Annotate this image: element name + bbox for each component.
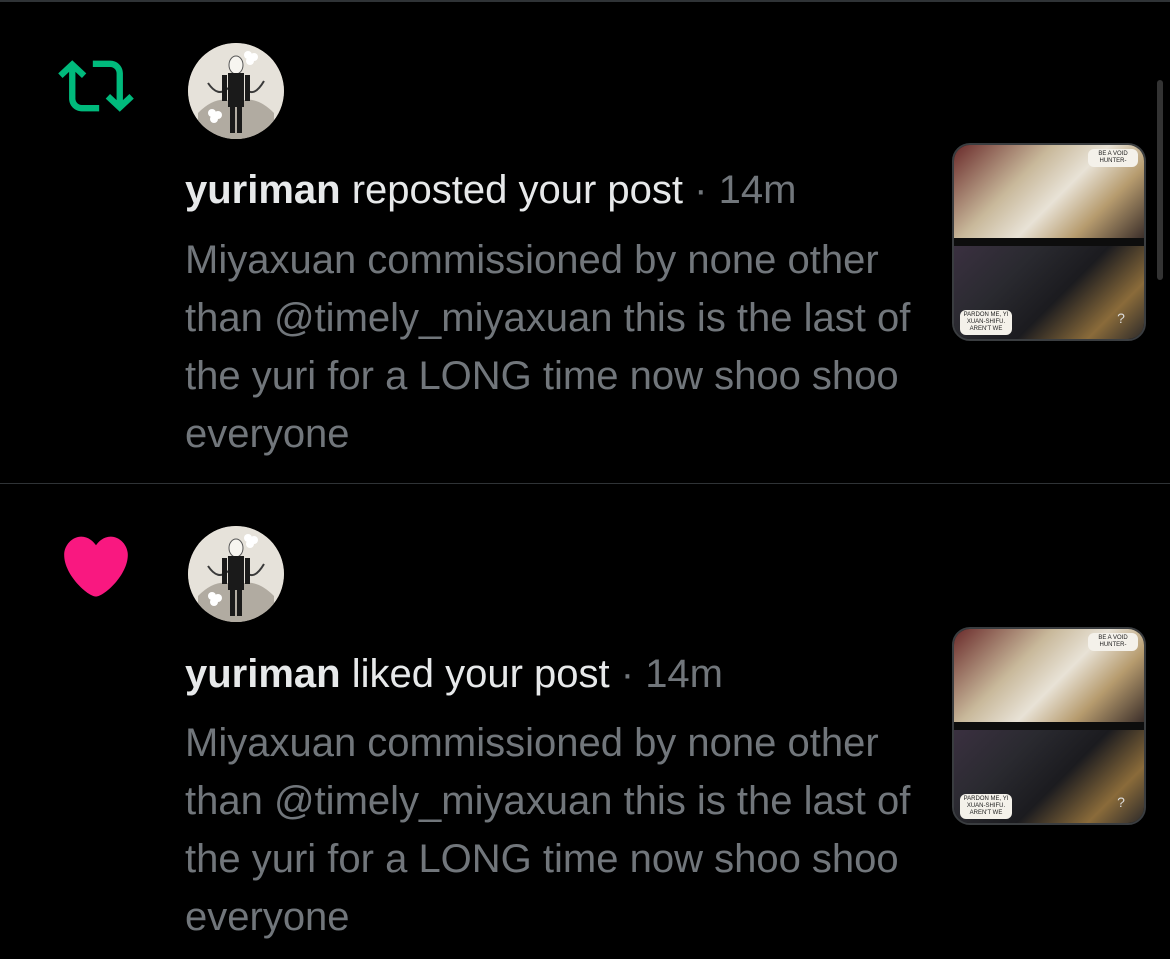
post-text: Miyaxuan commissioned by none other than… <box>185 238 911 456</box>
action-text: liked your post <box>340 652 610 696</box>
scrollbar[interactable] <box>1157 80 1163 280</box>
username[interactable]: yuriman <box>185 652 341 696</box>
repost-icon <box>58 60 134 112</box>
post-thumbnail[interactable]: BE A VOID HUNTER- PARDON ME, YI XUAN-SHI… <box>952 143 1146 341</box>
question-mark: ? <box>1117 310 1125 326</box>
timestamp: 14m <box>645 652 723 696</box>
question-mark: ? <box>1117 794 1125 810</box>
action-text: reposted your post <box>340 168 684 212</box>
speech-bubble-top: BE A VOID HUNTER- <box>1088 149 1138 167</box>
username[interactable]: yuriman <box>185 168 341 212</box>
timestamp: 14m <box>718 168 797 212</box>
notification-repost[interactable]: yuriman reposted your post · 14m Miyaxua… <box>0 0 1170 483</box>
notification-headline: yuriman reposted your post · 14m <box>185 165 925 215</box>
notification-like[interactable]: yuriman liked your post · 14m Miyaxuan c… <box>0 484 1170 959</box>
avatar-image <box>188 526 284 622</box>
avatar-image <box>188 43 284 139</box>
notification-headline: yuriman liked your post · 14m <box>185 649 925 699</box>
speech-bubble-bottom: PARDON ME, YI XUAN-SHIFU. AREN'T WE <box>960 794 1012 819</box>
speech-bubble-top: BE A VOID HUNTER- <box>1088 633 1138 651</box>
separator-dot: · <box>683 168 719 212</box>
avatar[interactable] <box>188 43 284 139</box>
heart-icon <box>64 536 128 597</box>
panel-gutter <box>954 238 1144 246</box>
separator-dot: · <box>609 652 646 696</box>
post-text: Miyaxuan commissioned by none other than… <box>185 721 911 939</box>
post-thumbnail[interactable]: BE A VOID HUNTER- PARDON ME, YI XUAN-SHI… <box>952 627 1146 825</box>
avatar[interactable] <box>188 526 284 622</box>
speech-bubble-bottom: PARDON ME, YI XUAN-SHIFU. AREN'T WE <box>960 310 1012 335</box>
panel-gutter <box>954 722 1144 730</box>
